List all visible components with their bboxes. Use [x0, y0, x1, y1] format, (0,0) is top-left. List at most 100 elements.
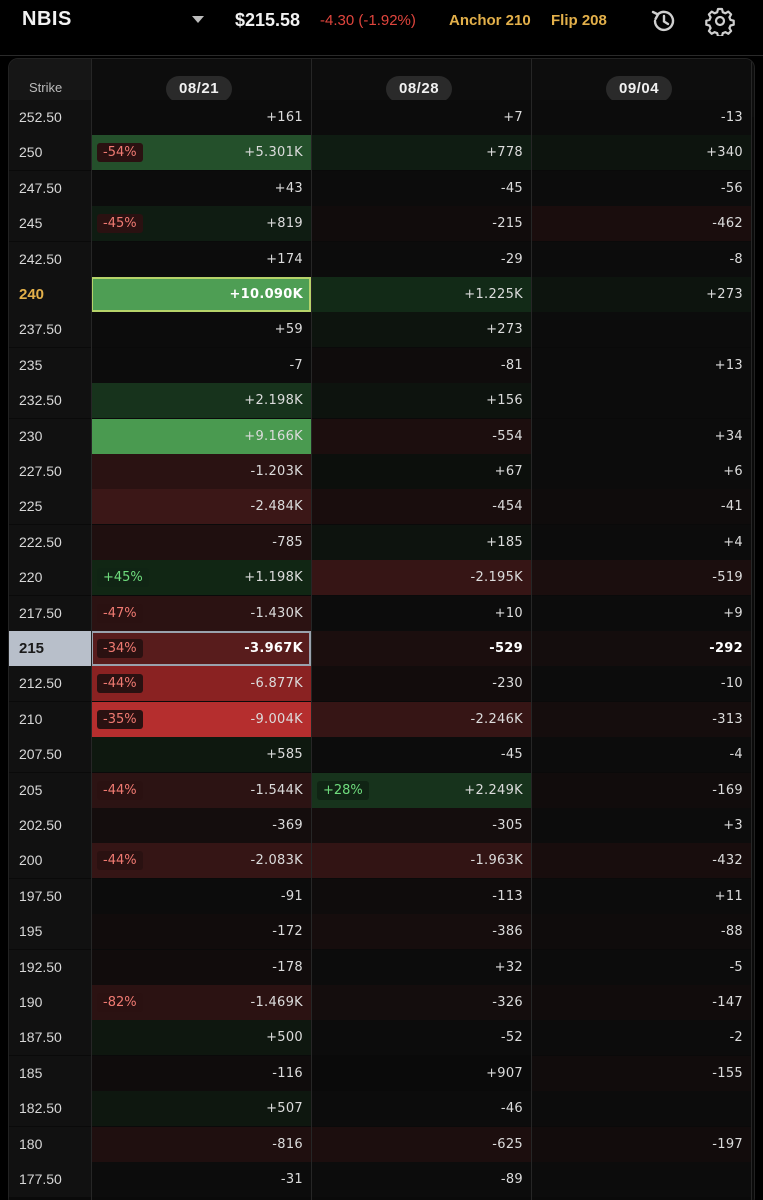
exposure-cell[interactable]: -816	[91, 1126, 311, 1162]
exposure-cell[interactable]: -554	[311, 418, 531, 454]
exposure-cell[interactable]: -215	[311, 206, 531, 242]
exposure-cell[interactable]: +43	[91, 170, 311, 206]
history-icon[interactable]	[649, 6, 679, 36]
exposure-cell[interactable]: +585	[91, 737, 311, 773]
exposure-cell[interactable]: -44% -1.544K	[91, 772, 311, 808]
strike-row[interactable]: 185 -116 +907 -155	[9, 1055, 754, 1091]
exposure-cell[interactable]: -82% -1.469K	[91, 985, 311, 1020]
strike-row[interactable]: 252.50 +161 +7 -13	[9, 100, 754, 135]
exposure-cell[interactable]: -785	[91, 524, 311, 560]
gear-icon[interactable]	[705, 6, 735, 36]
exposure-cell[interactable]: -45% +819	[91, 206, 311, 242]
exposure-cell[interactable]: -52	[311, 1020, 531, 1056]
exposure-cell[interactable]: +2.198K	[91, 383, 311, 419]
exposure-cell[interactable]: +4	[531, 524, 751, 560]
strike-row[interactable]: 225 -2.484K -454 -41	[9, 489, 754, 525]
exposure-cell[interactable]: -2.246K	[311, 701, 531, 737]
strike-row[interactable]: 210 -35% -9.004K -2.246K -313	[9, 701, 754, 737]
exposure-cell[interactable]: -116	[91, 1055, 311, 1091]
exposure-cell[interactable]: -29	[311, 241, 531, 277]
exposure-cell[interactable]: +273	[311, 312, 531, 348]
exposure-cell[interactable]: -519	[531, 560, 751, 596]
exposure-cell[interactable]: -2	[531, 1020, 751, 1056]
exposure-cell[interactable]	[531, 1091, 751, 1127]
exposure-cell[interactable]: +156	[311, 383, 531, 419]
exposure-cell[interactable]: +10	[311, 595, 531, 631]
strike-row[interactable]: 192.50 -178 +32 -5	[9, 949, 754, 985]
exposure-cell[interactable]: +7	[311, 100, 531, 135]
exposure-cell[interactable]: -529	[311, 631, 531, 666]
date-pill-0828[interactable]: 08/28	[386, 76, 453, 102]
exposure-cell[interactable]: -147	[531, 985, 751, 1020]
exposure-cell[interactable]: -56	[531, 170, 751, 206]
exposure-cell[interactable]: -8	[531, 241, 751, 277]
strike-row[interactable]: 212.50 -44% -6.877K -230 -10	[9, 666, 754, 702]
exposure-cell[interactable]: -155	[531, 1055, 751, 1091]
exposure-cell[interactable]: -4	[531, 737, 751, 773]
exposure-cell[interactable]: -44% -2.083K	[91, 843, 311, 879]
strike-row[interactable]: 197.50 -91 -113 +11	[9, 878, 754, 914]
exposure-cell[interactable]: -197	[531, 1126, 751, 1162]
ticker-symbol[interactable]: NBIS	[22, 8, 72, 31]
exposure-cell[interactable]: +3	[531, 808, 751, 843]
strike-row[interactable]: 177.50 -31 -89	[9, 1162, 754, 1197]
exposure-cell[interactable]: -5	[531, 949, 751, 985]
exposure-cell[interactable]: -305	[311, 808, 531, 843]
exposure-cell[interactable]: -292	[531, 631, 751, 666]
exposure-cell[interactable]: -386	[311, 914, 531, 950]
exposure-cell[interactable]: -2.195K	[311, 560, 531, 596]
exposure-cell[interactable]: +778	[311, 135, 531, 171]
exposure-cell[interactable]: +161	[91, 100, 311, 135]
exposure-cell[interactable]	[531, 383, 751, 419]
exposure-cell[interactable]: -454	[311, 489, 531, 525]
strike-row[interactable]: 242.50 +174 -29 -8	[9, 241, 754, 277]
exposure-cell[interactable]: -1.203K	[91, 454, 311, 489]
ticker-dropdown-icon[interactable]	[192, 16, 204, 23]
exposure-cell[interactable]: -625	[311, 1126, 531, 1162]
exposure-cell[interactable]: -45	[311, 170, 531, 206]
exposure-cell[interactable]: +45% +1.198K	[91, 560, 311, 596]
exposure-cell[interactable]: -91	[91, 878, 311, 914]
exposure-cell[interactable]: +185	[311, 524, 531, 560]
exposure-cell[interactable]: -432	[531, 843, 751, 879]
date-pill-0821[interactable]: 08/21	[166, 76, 233, 102]
exposure-cell[interactable]: +10.090K	[91, 277, 311, 312]
exposure-cell[interactable]: -2.484K	[91, 489, 311, 525]
strike-row[interactable]: 180 -816 -625 -197	[9, 1126, 754, 1162]
exposure-cell[interactable]: +28% +2.249K	[311, 772, 531, 808]
exposure-cell[interactable]: -172	[91, 914, 311, 950]
strike-row[interactable]: 232.50 +2.198K +156	[9, 383, 754, 419]
exposure-cell[interactable]: +1.225K	[311, 277, 531, 312]
strike-row[interactable]: 205 -44% -1.544K +28% +2.249K -169	[9, 772, 754, 808]
strike-row[interactable]: 190 -82% -1.469K -326 -147	[9, 985, 754, 1020]
strike-row[interactable]: 215 -34% -3.967K -529 -292	[9, 631, 754, 666]
exposure-cell[interactable]: +6	[531, 454, 751, 489]
exposure-cell[interactable]: +67	[311, 454, 531, 489]
strike-row[interactable]: 202.50 -369 -305 +3	[9, 808, 754, 843]
exposure-cell[interactable]	[531, 312, 751, 348]
exposure-cell[interactable]: -81	[311, 347, 531, 383]
exposure-cell[interactable]: -178	[91, 949, 311, 985]
strike-row[interactable]: 235 -7 -81 +13	[9, 347, 754, 383]
strike-row[interactable]: 222.50 -785 +185 +4	[9, 524, 754, 560]
exposure-cell[interactable]: +32	[311, 949, 531, 985]
exposure-cell[interactable]: +13	[531, 347, 751, 383]
exposure-cell[interactable]: +9	[531, 595, 751, 631]
strike-row[interactable]: 182.50 +507 -46	[9, 1091, 754, 1127]
exposure-cell[interactable]: -7	[91, 347, 311, 383]
exposure-cell[interactable]: -35% -9.004K	[91, 701, 311, 737]
strike-row[interactable]: 237.50 +59 +273	[9, 312, 754, 348]
exposure-cell[interactable]: -31	[91, 1162, 311, 1197]
strike-row[interactable]: 245 -45% +819 -215 -462	[9, 206, 754, 242]
exposure-cell[interactable]: -113	[311, 878, 531, 914]
exposure-cell[interactable]: +11	[531, 878, 751, 914]
exposure-cell[interactable]: -10	[531, 666, 751, 702]
strike-row[interactable]: 200 -44% -2.083K -1.963K -432	[9, 843, 754, 879]
exposure-cell[interactable]: -44% -6.877K	[91, 666, 311, 702]
strike-row[interactable]: 227.50 -1.203K +67 +6	[9, 454, 754, 489]
exposure-cell[interactable]: +507	[91, 1091, 311, 1127]
exposure-cell[interactable]: -45	[311, 737, 531, 773]
exposure-cell[interactable]: +273	[531, 277, 751, 312]
exposure-cell[interactable]: -462	[531, 206, 751, 242]
strike-grid[interactable]: Strike 08/21 08/28 09/04 252.50 +161 +7 -13…	[8, 58, 755, 1200]
